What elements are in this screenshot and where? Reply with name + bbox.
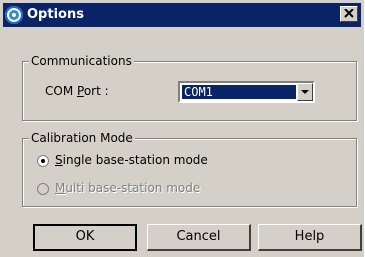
communications-group-label: Communications	[29, 54, 134, 68]
ok-button[interactable]: OK	[33, 224, 137, 251]
cancel-button[interactable]: Cancel	[147, 224, 251, 251]
close-button[interactable]	[340, 6, 358, 22]
chevron-down-icon	[301, 90, 309, 94]
calibration-mode-group: Calibration Mode	[22, 131, 357, 207]
com-port-dropdown-button[interactable]	[297, 83, 313, 101]
com-port-select[interactable]: COM1	[178, 81, 315, 103]
help-button[interactable]: Help	[258, 224, 362, 251]
options-dialog: Options Communications COM Port : COM1 C…	[0, 0, 364, 257]
single-base-station-label[interactable]: Single base-station mode	[55, 153, 208, 167]
multi-base-station-label[interactable]: Multi base-station mode	[55, 181, 200, 195]
multi-base-station-radio[interactable]	[37, 183, 49, 195]
window-title: Options	[27, 7, 84, 22]
close-icon	[344, 9, 354, 18]
single-base-station-radio[interactable]	[37, 155, 49, 167]
com-port-value: COM1	[181, 84, 297, 100]
title-bar[interactable]: Options	[3, 3, 361, 27]
calibration-group-label: Calibration Mode	[29, 131, 135, 145]
com-port-label: COM Port :	[45, 84, 109, 98]
app-logo-icon	[5, 6, 23, 24]
